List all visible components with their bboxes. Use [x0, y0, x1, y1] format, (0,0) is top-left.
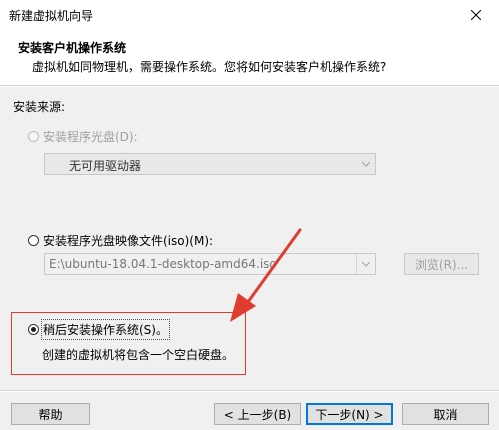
- back-button[interactable]: < 上一步(B): [214, 403, 301, 425]
- help-button[interactable]: 帮助: [11, 403, 90, 425]
- footer-divider-highlight: [0, 391, 499, 392]
- annotation-arrow-icon: [230, 228, 302, 322]
- next-button[interactable]: 下一步(N) >: [306, 403, 393, 425]
- cancel-button[interactable]: 取消: [402, 403, 489, 425]
